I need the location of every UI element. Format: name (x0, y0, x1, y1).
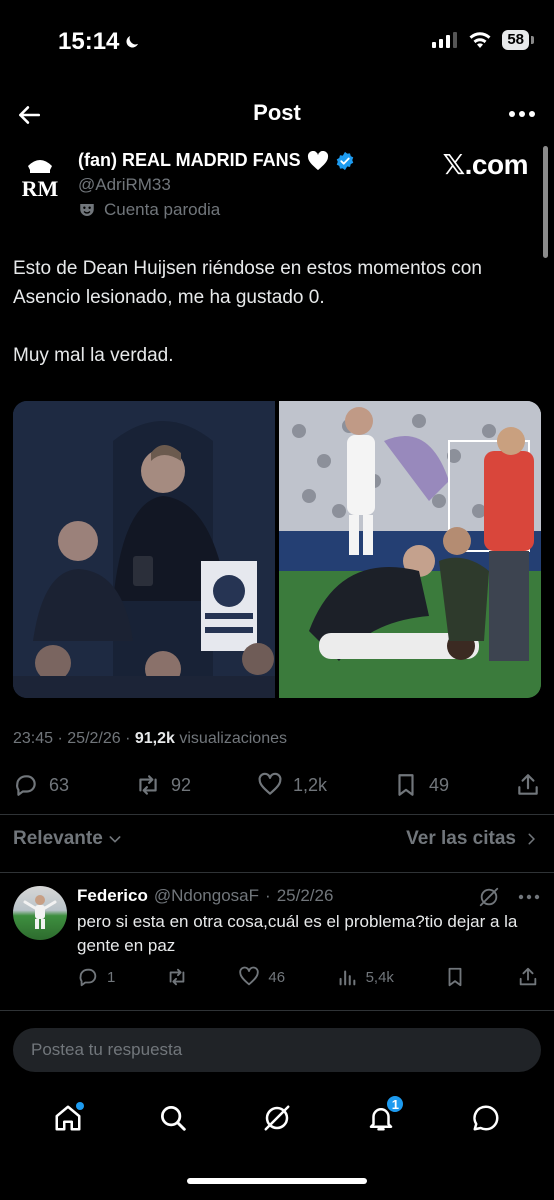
battery-level: 58 (502, 30, 529, 50)
divider (0, 1010, 554, 1011)
author-name[interactable]: (fan) REAL MADRID FANS (78, 150, 301, 171)
post-time: 23:45 (13, 730, 54, 747)
repost-count: 92 (171, 774, 192, 795)
chevron-down-icon (109, 836, 121, 843)
reply-actions: 1 46 5,4k (77, 966, 539, 988)
views-bar-chart-icon (339, 970, 355, 986)
reply-more-icon[interactable] (518, 894, 540, 900)
view-quotes-label: Ver las citas (406, 828, 516, 849)
reply-view-count: 5,4k (365, 968, 394, 986)
repost-button[interactable]: 92 (135, 772, 191, 798)
watermark-xcom: 𝕏.com (442, 149, 529, 180)
reply-text: pero si esta en otra cosa,cuál es el pro… (77, 912, 518, 955)
scrollbar[interactable] (543, 146, 548, 258)
bookmark-icon (449, 967, 462, 987)
reply-bubble-icon (16, 775, 36, 796)
reply-author-handle[interactable]: @NdongosaF (154, 886, 259, 906)
media-image-pitch[interactable] (279, 401, 541, 698)
share-button[interactable] (515, 772, 541, 798)
wifi-icon (469, 32, 491, 48)
media-image-stands[interactable] (13, 401, 275, 698)
notifications-badge: 1 (385, 1094, 406, 1114)
share-icon (518, 774, 538, 795)
post-date: 25/2/26 (67, 730, 121, 747)
grok-icon[interactable] (478, 886, 500, 908)
divider (0, 814, 554, 815)
parody-label: Cuenta parodia (78, 200, 220, 220)
reply-views-button[interactable]: 5,4k (336, 966, 394, 988)
status-time: 15:14 (58, 28, 141, 56)
more-options-icon[interactable] (508, 110, 536, 118)
reply-author-name[interactable]: Federico (77, 886, 148, 906)
sort-label: Relevante (13, 828, 103, 849)
repost-icon (139, 775, 157, 795)
reply-repost-button[interactable] (166, 966, 188, 988)
reply-share-button[interactable] (517, 966, 539, 988)
chevron-right-icon (528, 833, 535, 845)
post-meta: 23:45 · 25/2/26 · 91,2k visualizaciones (13, 730, 287, 747)
views-label: visualizaciones (179, 730, 287, 747)
repost-icon (169, 968, 185, 986)
like-count: 1,2k (293, 774, 328, 795)
view-quotes-link[interactable]: Ver las citas (406, 828, 538, 850)
sort-dropdown[interactable]: Relevante (13, 828, 123, 850)
home-indicator (187, 1178, 367, 1184)
crest-letters: RM (22, 176, 59, 201)
heart-icon (239, 966, 260, 986)
post-media[interactable] (13, 401, 541, 698)
bookmark-icon (398, 774, 414, 796)
nav-home[interactable] (48, 1098, 88, 1138)
reply-reply-button[interactable]: 1 (77, 966, 115, 988)
avatar-player-illustration (23, 895, 57, 929)
signal-icon (432, 32, 458, 48)
status-indicators: 58 (432, 30, 534, 50)
parody-mask-icon (80, 204, 94, 216)
views-count: 91,2k (134, 730, 175, 747)
reply-composer-input[interactable]: Postea tu respuesta (13, 1028, 541, 1072)
like-button[interactable]: 1,2k (257, 772, 327, 798)
bookmark-button[interactable]: 49 (393, 772, 449, 798)
chat-bubble-icon (473, 1105, 499, 1131)
reply-like-count: 46 (268, 968, 286, 986)
real-madrid-crest-icon: RM (22, 160, 59, 201)
reply-avatar[interactable] (13, 886, 67, 940)
author-avatar[interactable]: RM (18, 152, 62, 204)
search-icon (160, 1106, 186, 1131)
pitch-photo-illustration (279, 401, 541, 698)
bottom-navigation: 1 (0, 1088, 554, 1148)
reply-header: Federico @NdongosaF · 25/2/26 (77, 886, 333, 906)
nav-messages[interactable] (466, 1098, 506, 1138)
parody-text: Cuenta parodia (104, 200, 221, 219)
nav-search[interactable] (153, 1098, 193, 1138)
page-title: Post (253, 100, 301, 125)
reply-count: 63 (49, 774, 70, 795)
moon-icon (126, 36, 139, 48)
reply-date-separator: · (265, 886, 271, 905)
reply-reply-count: 1 (107, 968, 116, 986)
reply-like-button[interactable]: 46 (238, 966, 285, 988)
divider (0, 872, 554, 873)
nav-grok[interactable] (257, 1098, 297, 1138)
battery-tip (531, 36, 534, 44)
stands-photo-illustration (13, 401, 275, 698)
author-handle[interactable]: @AdriRM33 (78, 175, 171, 195)
author-name-row[interactable]: (fan) REAL MADRID FANS (78, 150, 355, 171)
white-heart-icon (307, 150, 328, 170)
post-paragraph: Esto de Dean Huijsen riéndose en estos m… (13, 258, 482, 308)
nav-notifications[interactable]: 1 (361, 1094, 406, 1138)
verified-badge-icon (336, 151, 353, 170)
reply-bubble-icon (79, 968, 97, 987)
post-body: Esto de Dean Huijsen riéndose en estos m… (13, 254, 543, 370)
reply-tools (478, 886, 540, 908)
reply-button[interactable]: 63 (13, 772, 69, 798)
clock-text: 15:14 (58, 28, 120, 55)
reply-bookmark-button[interactable] (444, 966, 466, 988)
post-actions: 63 92 1,2k 49 (13, 772, 541, 798)
grok-icon (264, 1105, 290, 1131)
bookmark-count: 49 (429, 774, 450, 795)
reply-date: 25/2/26 (276, 886, 334, 905)
heart-icon (258, 772, 282, 795)
post-paragraph: Muy mal la verdad. (13, 345, 174, 366)
share-icon (519, 967, 537, 986)
